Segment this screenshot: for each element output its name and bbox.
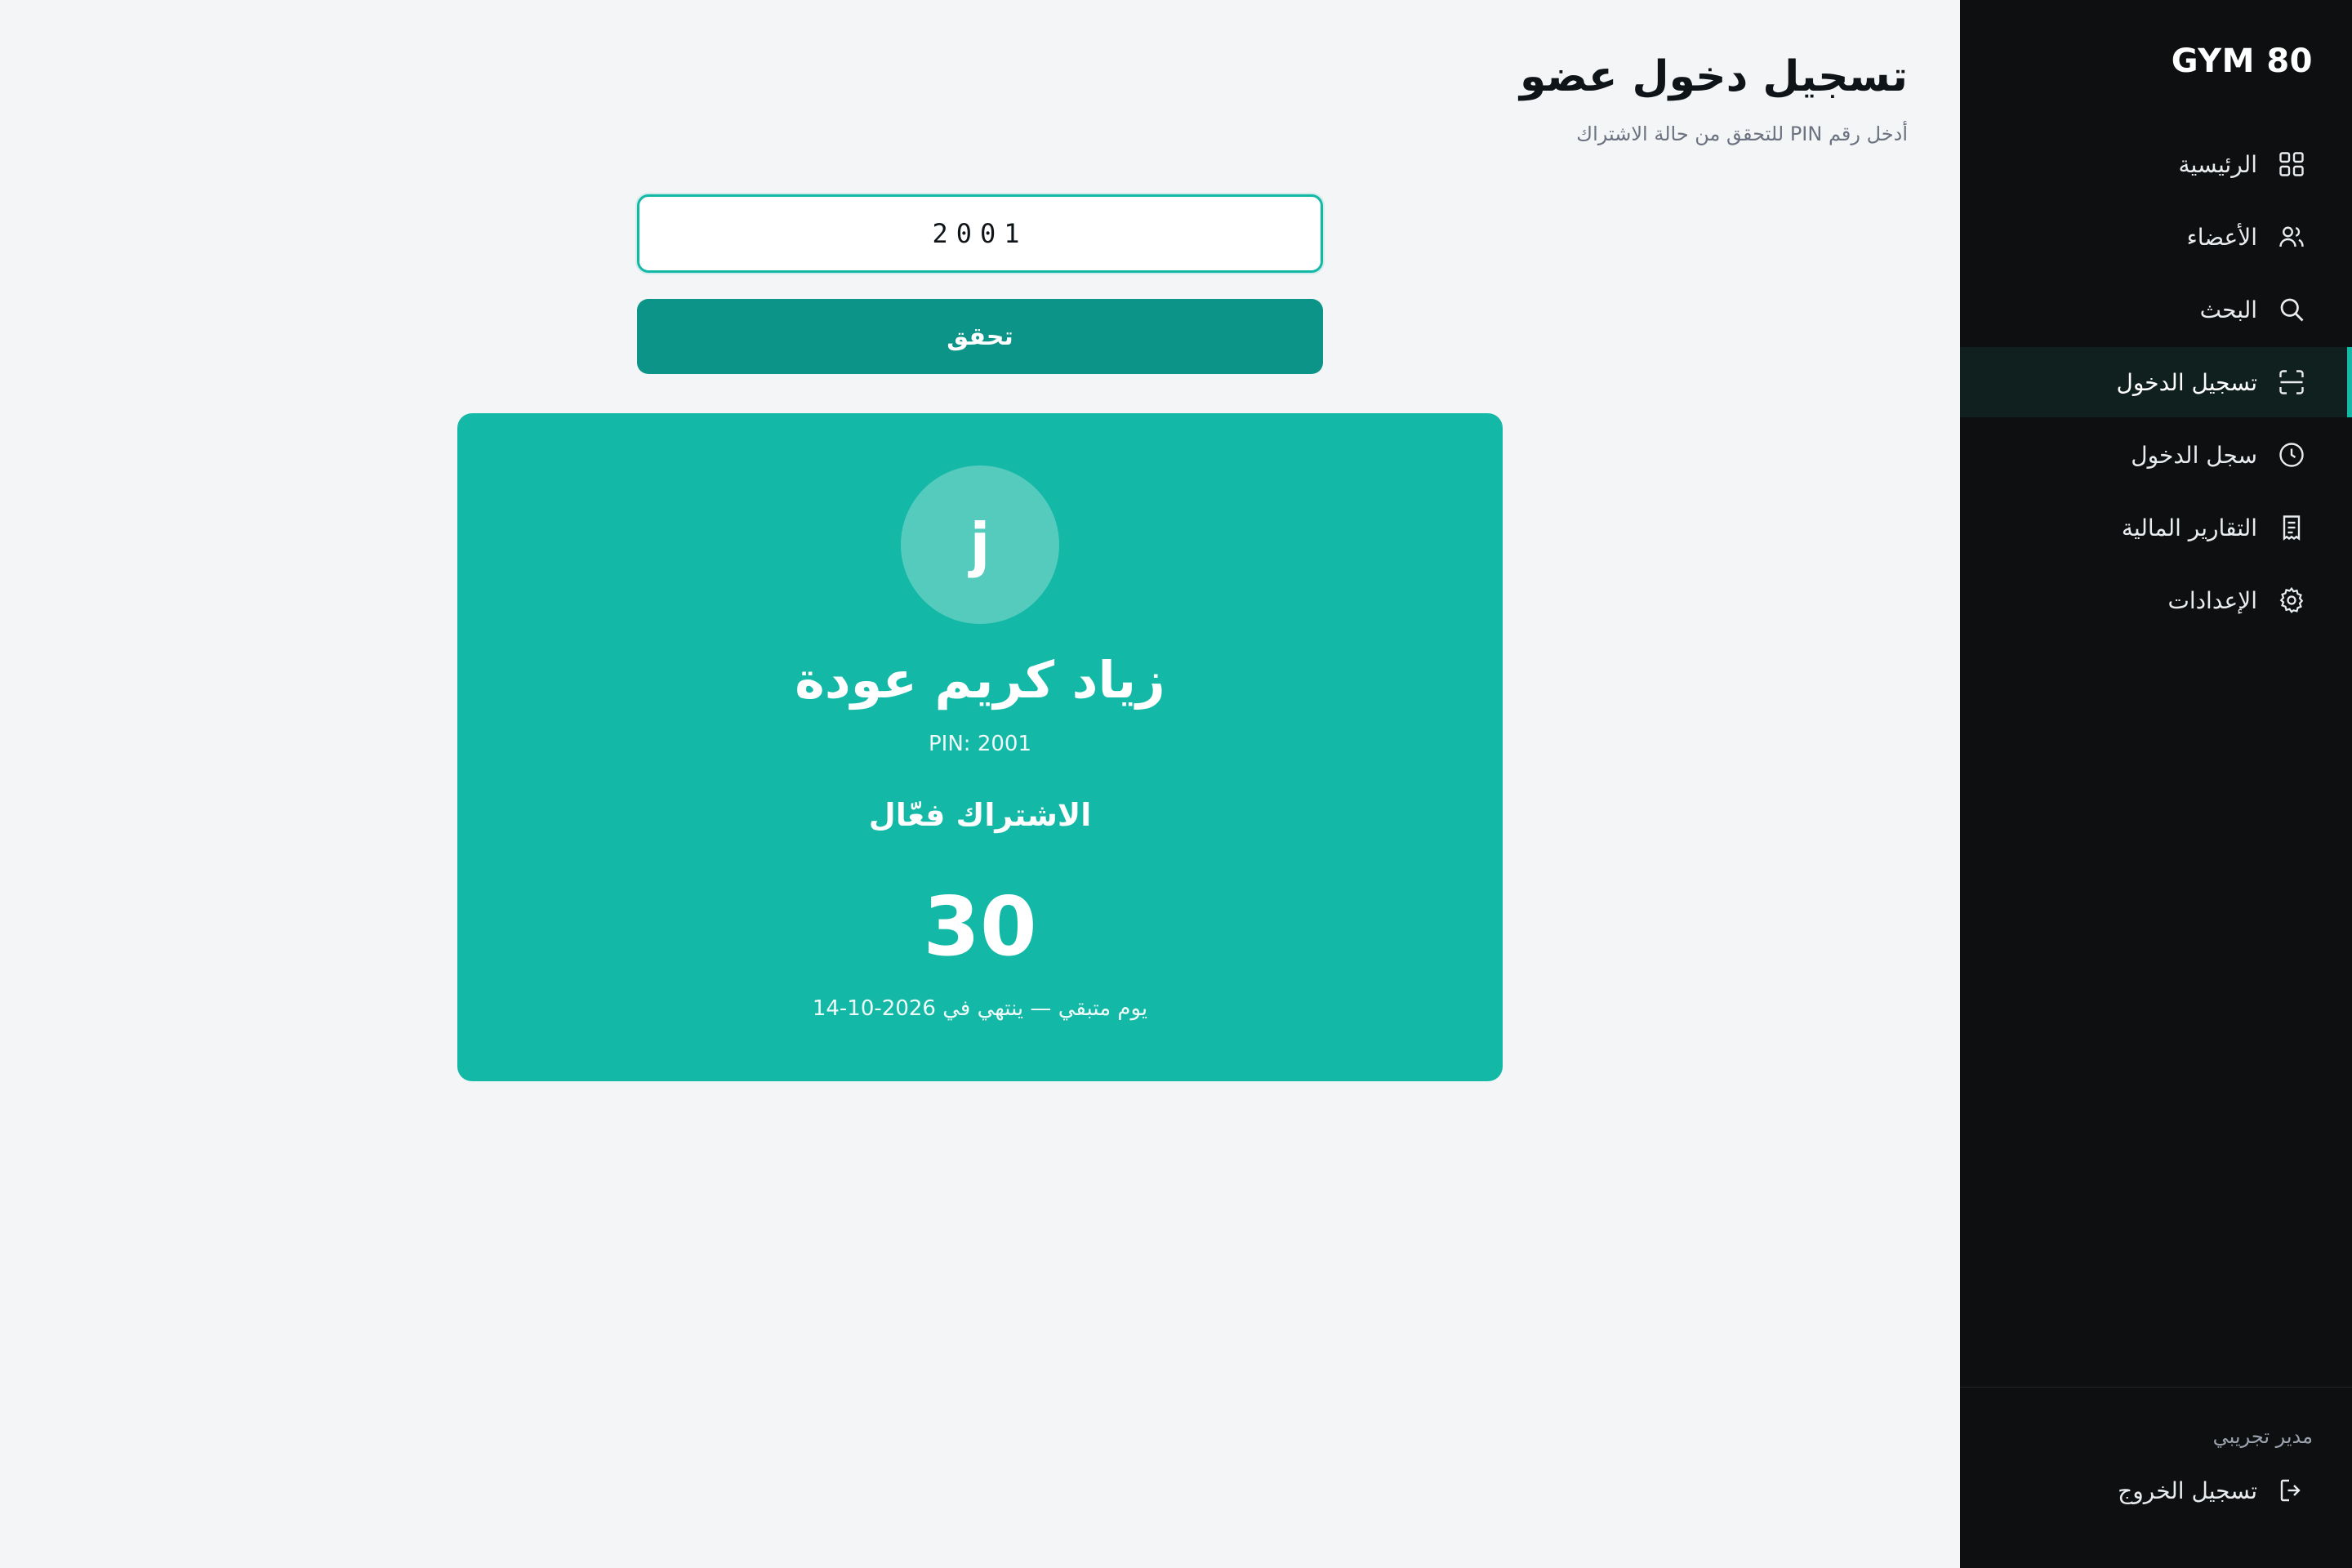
member-status-card: j زياد كريم عودة PIN: 2001 الاشتراك فعّا…	[457, 413, 1503, 1081]
sidebar-item-label: تسجيل الدخول	[2116, 368, 2257, 396]
verify-button[interactable]: تحقق	[637, 299, 1323, 374]
sidebar-item-label: الأعضاء	[2186, 223, 2257, 251]
member-name: زياد كريم عودة	[795, 650, 1165, 710]
avatar: j	[901, 466, 1059, 624]
sidebar-item-checkin[interactable]: تسجيل الدخول	[1960, 347, 2352, 417]
sidebar-item-checkin-log[interactable]: سجل الدخول	[1960, 420, 2352, 490]
receipt-icon	[2275, 511, 2308, 544]
main-content: تسجيل دخول عضو أدخل رقم PIN للتحقق من حا…	[0, 0, 1960, 1568]
sidebar-item-members[interactable]: الأعضاء	[1960, 202, 2352, 272]
page-title: تسجيل دخول عضو	[1519, 52, 1908, 101]
sidebar-item-label: الرئيسية	[2178, 150, 2257, 178]
page-subtitle: أدخل رقم PIN للتحقق من حالة الاشتراك	[1576, 122, 1908, 145]
current-user-name: مدير تجريبي	[2212, 1425, 2313, 1448]
sidebar-item-financial-reports[interactable]: التقارير المالية	[1960, 492, 2352, 563]
sidebar-nav: الرئيسية الأعضاء البحث تسجيل الدخول سجل …	[1960, 129, 2352, 638]
sidebar-item-label: التقارير المالية	[2121, 514, 2257, 541]
sidebar: GYM 80 الرئيسية الأعضاء البحث تسجيل الدخ…	[1960, 0, 2352, 1568]
sidebar-item-label: سجل الدخول	[2131, 441, 2257, 469]
logout-button[interactable]: تسجيل الخروج	[2118, 1474, 2308, 1507]
brand-logo: GYM 80	[2171, 42, 2313, 80]
grid-icon	[2275, 148, 2308, 180]
days-remaining: 30	[923, 879, 1037, 974]
logout-icon	[2275, 1474, 2308, 1507]
logout-label: تسجيل الخروج	[2118, 1477, 2257, 1504]
users-icon	[2275, 220, 2308, 253]
search-icon	[2275, 293, 2308, 326]
sidebar-item-label: الإعدادات	[2167, 586, 2257, 614]
sidebar-item-settings[interactable]: الإعدادات	[1960, 565, 2352, 635]
sidebar-item-label: البحث	[2199, 296, 2257, 323]
scan-icon	[2275, 366, 2308, 399]
pin-input[interactable]	[637, 194, 1323, 273]
subscription-status: الاشتراك فعّال	[868, 797, 1092, 833]
sidebar-item-home[interactable]: الرئيسية	[1960, 129, 2352, 199]
expiry-line: يوم متبقي — ينتهي في 2026-10-14	[812, 996, 1148, 1021]
sidebar-item-search[interactable]: البحث	[1960, 274, 2352, 345]
clock-icon	[2275, 439, 2308, 471]
gear-icon	[2275, 584, 2308, 617]
member-pin: PIN: 2001	[929, 732, 1031, 756]
sidebar-footer: مدير تجريبي تسجيل الخروج	[1960, 1387, 2352, 1568]
